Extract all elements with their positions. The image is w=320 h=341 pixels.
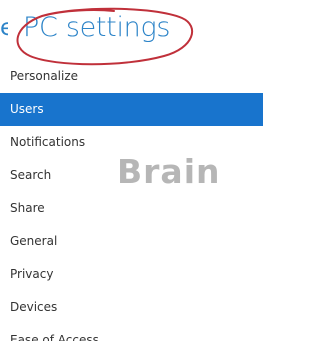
menu-item-devices[interactable]: Devices bbox=[0, 291, 263, 324]
settings-menu: Personalize Users Notifications Search S… bbox=[0, 60, 263, 341]
menu-item-personalize[interactable]: Personalize bbox=[0, 60, 263, 93]
menu-item-users[interactable]: Users bbox=[0, 93, 263, 126]
menu-item-share[interactable]: Share bbox=[0, 192, 263, 225]
menu-item-general[interactable]: General bbox=[0, 225, 263, 258]
menu-item-ease-of-access[interactable]: Ease of Access bbox=[0, 324, 263, 341]
menu-item-privacy[interactable]: Privacy bbox=[0, 258, 263, 291]
watermark-text: Brain bbox=[117, 152, 221, 191]
pc-settings-screen: e PC settings Personalize Users Notifica… bbox=[0, 0, 263, 341]
